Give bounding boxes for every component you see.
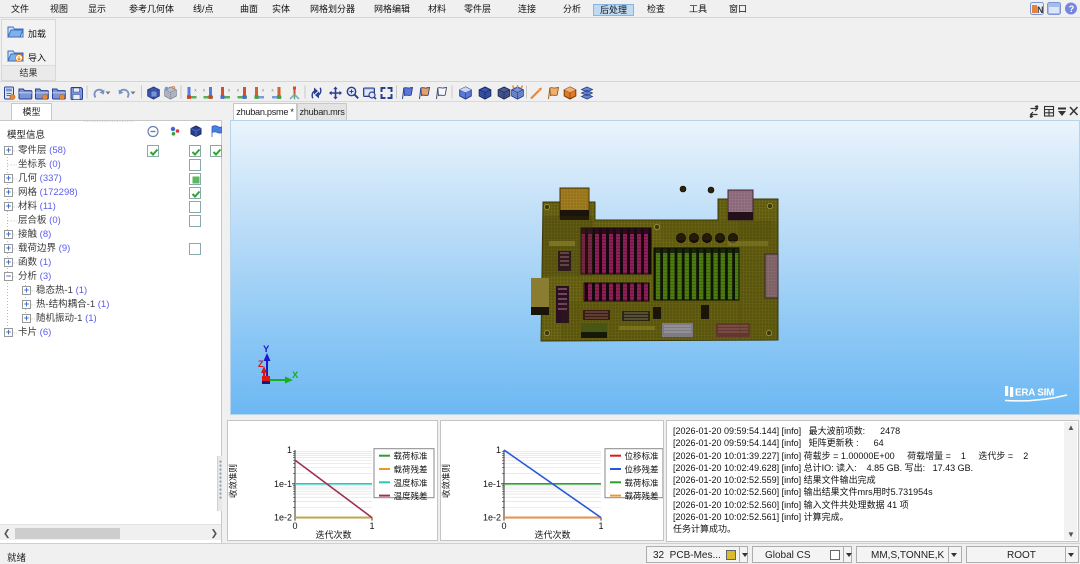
svg-text:x: x: [262, 88, 265, 93]
svg-text:1: 1: [369, 521, 374, 531]
svg-text:载荷残差: 载荷残差: [625, 491, 659, 501]
svg-text:x: x: [203, 88, 206, 93]
svg-text:1e-1: 1e-1: [274, 479, 292, 489]
svg-text:x: x: [237, 88, 240, 93]
svg-text:X: X: [292, 370, 299, 381]
svg-text:1: 1: [287, 445, 292, 455]
svg-text:迭代次数: 迭代次数: [534, 529, 570, 540]
svg-text:Z: Z: [258, 359, 264, 369]
svg-text:0: 0: [501, 521, 506, 531]
svg-text:温度标准: 温度标准: [394, 478, 429, 488]
svg-text:1e-2: 1e-2: [483, 513, 501, 523]
svg-text:位移残差: 位移残差: [625, 465, 659, 475]
svg-text:载荷标准: 载荷标准: [625, 478, 660, 488]
svg-text:?: ?: [1069, 4, 1075, 14]
svg-text:收敛准则: 收敛准则: [441, 464, 451, 498]
svg-text:Y: Y: [263, 344, 270, 355]
svg-text:N: N: [1037, 5, 1044, 15]
svg-text:位移标准: 位移标准: [625, 451, 660, 461]
svg-text:载荷标准: 载荷标准: [394, 451, 429, 461]
svg-text:ERA SIM: ERA SIM: [1015, 388, 1054, 399]
svg-text:迭代次数: 迭代次数: [315, 529, 351, 540]
svg-text:1e-1: 1e-1: [483, 479, 501, 489]
svg-text:载荷残差: 载荷残差: [394, 465, 428, 475]
svg-text:0: 0: [292, 521, 297, 531]
svg-text:收敛准则: 收敛准则: [228, 464, 238, 498]
svg-text:1e-2: 1e-2: [274, 513, 292, 523]
svg-text:温度残差: 温度残差: [394, 491, 428, 501]
svg-text:1: 1: [496, 445, 501, 455]
svg-text:x: x: [271, 88, 274, 93]
svg-text:1: 1: [598, 521, 603, 531]
svg-text:x: x: [228, 88, 231, 93]
svg-text:x: x: [194, 88, 197, 93]
